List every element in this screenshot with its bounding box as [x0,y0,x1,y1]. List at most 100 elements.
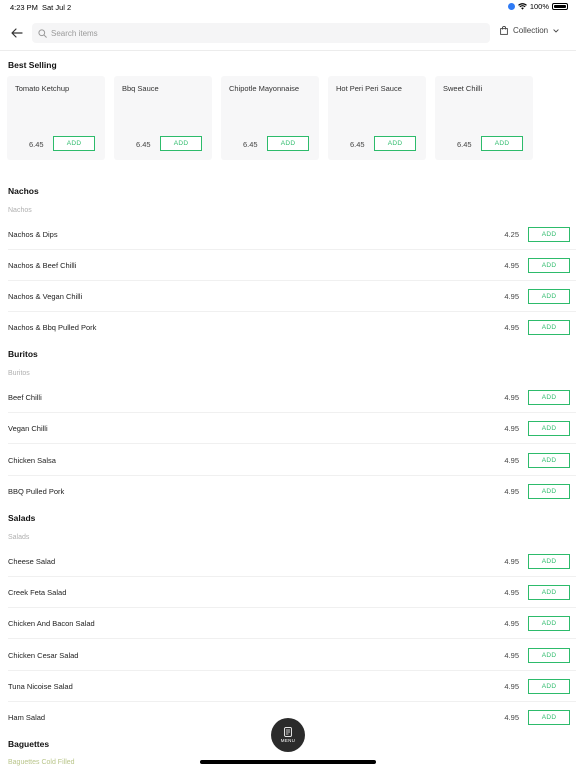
item-name: Creek Feta Salad [8,588,67,597]
product-name: Tomato Ketchup [15,84,70,93]
section-subtitle-burritos: Buritos [8,370,30,377]
item-price: 4.95 [504,651,519,660]
header: Collection [0,18,576,48]
add-button[interactable]: ADD [528,227,570,242]
add-button[interactable]: ADD [528,710,570,725]
add-button[interactable]: ADD [160,136,202,151]
item-name: Chicken Salsa [8,456,56,465]
item-price: 4.95 [504,456,519,465]
item-price: 4.95 [504,713,519,722]
item-price: 4.95 [504,682,519,691]
list-item[interactable]: Tuna Nicoise Salad 4.95 ADD [0,671,576,702]
product-card[interactable]: Bbq Sauce 6.45 ADD [114,76,212,160]
add-button[interactable]: ADD [528,320,570,335]
status-bar: 4:23 PM Sat Jul 2 100% [0,0,576,14]
list-item[interactable]: Nachos & Vegan Chilli 4.95 ADD [0,281,576,312]
section-title-nachos: Nachos [8,186,39,196]
search-bar[interactable] [32,23,490,43]
product-card[interactable]: Tomato Ketchup 6.45 ADD [7,76,105,160]
section-title-burritos: Buritos [8,349,38,359]
list-item[interactable]: Chicken Salsa 4.95 ADD [0,445,576,476]
item-price: 4.95 [504,487,519,496]
item-name: Nachos & Dips [8,230,58,239]
add-button[interactable]: ADD [528,554,570,569]
best-selling-title: Best Selling [8,60,57,70]
product-name: Sweet Chilli [443,84,483,93]
list-item[interactable]: Nachos & Bbq Pulled Pork 4.95 ADD [0,312,576,343]
section-title-baguettes: Baguettes [8,739,50,749]
list-item[interactable]: Chicken And Bacon Salad 4.95 ADD [0,608,576,639]
add-button[interactable]: ADD [528,648,570,663]
row-divider [8,638,576,639]
add-button[interactable]: ADD [528,258,570,273]
add-button[interactable]: ADD [528,289,570,304]
item-name: Nachos & Beef Chilli [8,261,77,270]
search-input[interactable] [51,28,471,38]
item-name: Nachos & Vegan Chilli [8,292,83,301]
section-subtitle-baguettes: Baguettes Cold Filled [8,759,75,766]
add-button[interactable]: ADD [528,679,570,694]
collection-dropdown[interactable]: Collection [500,26,559,35]
add-button[interactable]: ADD [53,136,95,151]
add-button[interactable]: ADD [528,484,570,499]
product-card[interactable]: Sweet Chilli 6.45 ADD [435,76,533,160]
list-item[interactable]: BBQ Pulled Pork 4.95 ADD [0,476,576,507]
add-button[interactable]: ADD [481,136,523,151]
product-price: 6.45 [243,140,258,149]
product-name: Bbq Sauce [122,84,159,93]
item-price: 4.95 [504,393,519,402]
add-button[interactable]: ADD [374,136,416,151]
battery-icon [552,3,568,10]
item-name: Cheese Salad [8,557,56,566]
item-price: 4.95 [504,323,519,332]
product-price: 6.45 [457,140,472,149]
item-name: BBQ Pulled Pork [8,487,65,496]
list-item[interactable]: Beef Chilli 4.95 ADD [0,382,576,413]
product-card[interactable]: Hot Peri Peri Sauce 6.45 ADD [328,76,426,160]
product-name: Chipotle Mayonnaise [229,84,300,93]
location-icon [507,3,515,10]
section-subtitle-salads: Salads [8,534,30,541]
menu-button[interactable]: MENU [271,718,305,752]
menu-label: MENU [280,738,296,743]
add-button[interactable]: ADD [267,136,309,151]
list-item[interactable]: Nachos & Dips 4.25 ADD [0,219,576,250]
item-name: Vegan Chilli [8,424,48,433]
status-time: 4:23 PM [10,3,38,12]
item-price: 4.95 [504,557,519,566]
add-button[interactable]: ADD [528,453,570,468]
product-price: 6.45 [29,140,44,149]
item-price: 4.95 [504,292,519,301]
add-button[interactable]: ADD [528,390,570,405]
add-button[interactable]: ADD [528,585,570,600]
menu-book-icon [284,727,292,737]
item-name: Tuna Nicoise Salad [8,682,73,691]
add-button[interactable]: ADD [528,616,570,631]
battery-percent: 100% [529,2,549,11]
back-button[interactable] [8,24,26,42]
home-indicator[interactable] [200,760,376,764]
arrow-left-icon [11,28,23,38]
section-subtitle-nachos: Nachos [8,207,32,214]
item-price: 4.95 [504,619,519,628]
add-button[interactable]: ADD [528,421,570,436]
list-item[interactable]: Nachos & Beef Chilli 4.95 ADD [0,250,576,281]
search-icon [38,28,47,38]
status-indicators: 100% [507,2,568,11]
product-price: 6.45 [350,140,365,149]
item-price: 4.95 [504,588,519,597]
list-item[interactable]: Creek Feta Salad 4.95 ADD [0,577,576,608]
section-title-salads: Salads [8,513,36,523]
header-divider [0,50,576,51]
item-name: Beef Chilli [8,393,42,402]
list-item[interactable]: Vegan Chilli 4.95 ADD [0,413,576,444]
product-card[interactable]: Chipotle Mayonnaise 6.45 ADD [221,76,319,160]
list-item[interactable]: Cheese Salad 4.95 ADD [0,546,576,577]
item-price: 4.95 [504,261,519,270]
item-name: Chicken And Bacon Salad [8,619,95,628]
item-name: Nachos & Bbq Pulled Pork [8,323,97,332]
item-name: Ham Salad [8,713,46,722]
chevron-down-icon [553,28,559,33]
product-name: Hot Peri Peri Sauce [336,84,402,93]
list-item[interactable]: Chicken Cesar Salad 4.95 ADD [0,640,576,671]
